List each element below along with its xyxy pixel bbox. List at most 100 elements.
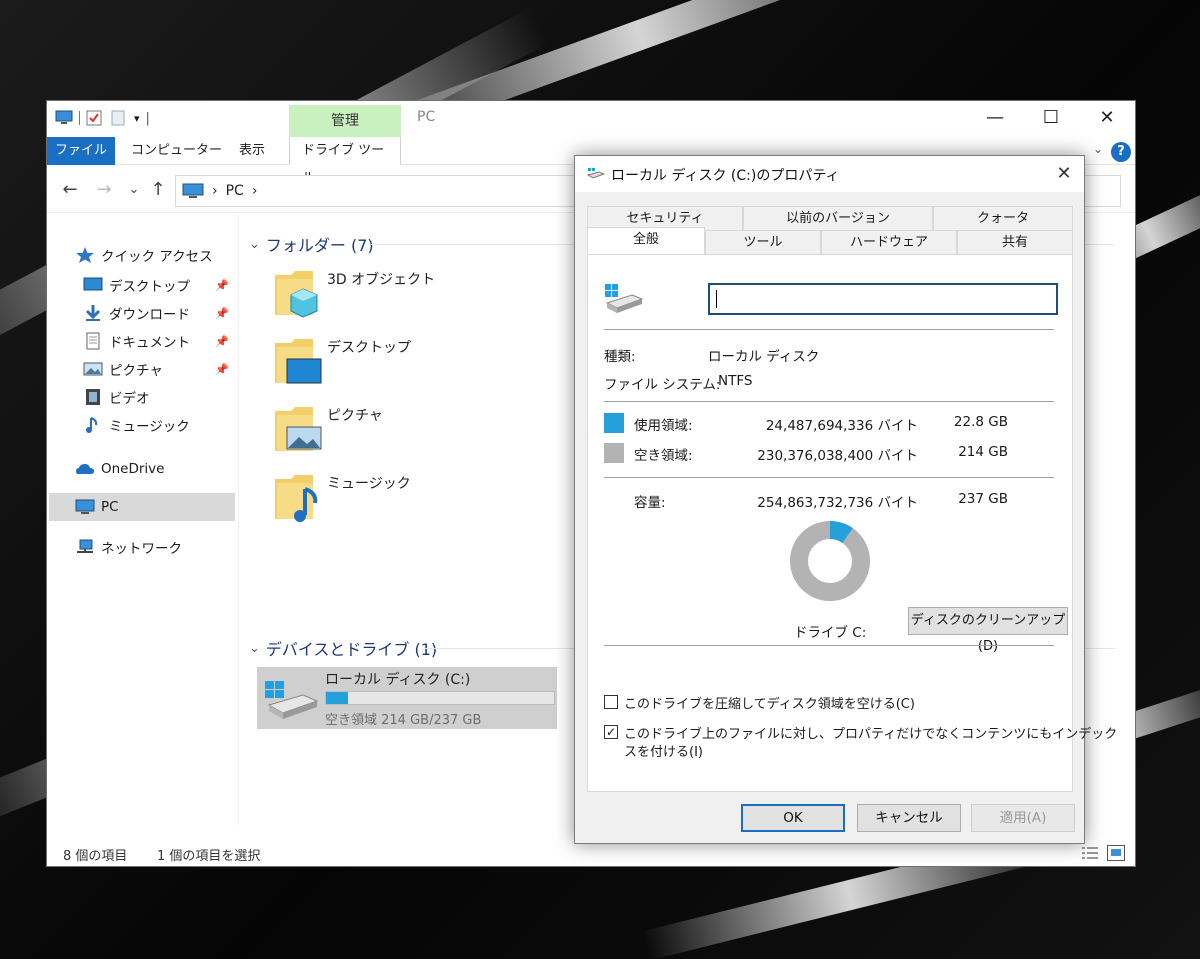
sidebar-item-onedrive[interactable]: OneDrive xyxy=(75,455,235,483)
breadcrumb-separator[interactable]: › xyxy=(212,183,218,199)
index-label-continued[interactable]: スを付ける(I) xyxy=(624,741,703,760)
devices-group-header[interactable]: ⌄ デバイスとドライブ (1) xyxy=(249,635,437,661)
pin-icon[interactable]: 📌 xyxy=(215,363,229,376)
sidebar-item-label: ミュージック xyxy=(109,419,190,435)
tab-file[interactable]: ファイル xyxy=(47,137,115,165)
sidebar-item-quick-access[interactable]: クイック アクセス xyxy=(75,241,235,269)
folder-name: デスクトップ xyxy=(327,340,411,356)
folders-group-header[interactable]: ⌄ フォルダー (7) xyxy=(249,231,374,257)
tab-view[interactable]: 表示 xyxy=(227,137,277,165)
large-icons-view-icon[interactable] xyxy=(1107,845,1125,861)
compress-checkbox[interactable] xyxy=(604,695,618,709)
video-icon xyxy=(86,389,100,405)
breadcrumb-pc[interactable]: PC xyxy=(226,183,244,199)
apply-button[interactable]: 適用(A) xyxy=(971,804,1075,832)
disk-cleanup-button[interactable]: ディスクのクリーンアップ(D) xyxy=(908,607,1068,654)
sidebar-item-desktop[interactable]: デスクトップ 📌 xyxy=(83,271,235,299)
index-label[interactable]: このドライブ上のファイルに対し、プロパティだけでなくコンテンツにもインデック xyxy=(624,723,1117,742)
3d-objects-folder-icon xyxy=(275,271,318,318)
dialog-close-button[interactable]: ✕ xyxy=(1044,156,1084,192)
drive-name-input[interactable] xyxy=(708,283,1058,315)
help-icon[interactable]: ? xyxy=(1111,142,1131,162)
folder-name: 3D オブジェクト xyxy=(327,272,436,288)
divider xyxy=(604,401,1054,402)
tab-tools[interactable]: ツール xyxy=(705,230,821,254)
sidebar-item-label: ネットワーク xyxy=(101,541,182,557)
expand-ribbon-icon[interactable]: ⌄ xyxy=(1093,142,1103,156)
new-folder-icon[interactable] xyxy=(110,110,128,126)
used-space-bytes: 24,487,694,336 バイト xyxy=(765,418,918,434)
filesystem-label: ファイル システム: xyxy=(604,377,721,393)
back-icon[interactable]: ← xyxy=(59,179,81,201)
tabs-row-front: 全般 ツール ハードウェア 共有 xyxy=(587,227,1073,254)
sidebar-item-videos[interactable]: ビデオ xyxy=(83,383,235,411)
tab-hardware[interactable]: ハードウェア xyxy=(821,230,957,254)
dialog-title-bar: ローカル ディスク (C:)のプロパティ ✕ xyxy=(575,156,1084,192)
up-icon[interactable]: ↑ xyxy=(147,179,169,201)
window-title: PC xyxy=(417,109,436,125)
minimize-button[interactable]: — xyxy=(967,101,1023,135)
drive-usage-fill xyxy=(326,692,349,704)
capacity-label: 容量: xyxy=(634,495,666,511)
details-view-icon[interactable] xyxy=(1081,845,1099,861)
sidebar-item-pc[interactable]: PC xyxy=(49,493,235,521)
maximize-button[interactable]: ☐ xyxy=(1023,101,1079,135)
pictures-folder-icon xyxy=(275,407,322,451)
tab-computer[interactable]: コンピューター xyxy=(119,137,234,165)
tab-previous-versions[interactable]: 以前のバージョン xyxy=(743,206,933,230)
drive-item-c[interactable]: ローカル ディスク (C:) 空き領域 214 GB/237 GB xyxy=(257,667,557,729)
recent-locations-icon[interactable]: ⌄ xyxy=(123,179,145,201)
folder-item[interactable]: ピクチャ xyxy=(273,401,533,461)
pin-icon[interactable]: 📌 xyxy=(215,335,229,348)
forward-icon[interactable]: → xyxy=(93,179,115,201)
tab-sharing[interactable]: 共有 xyxy=(957,230,1073,254)
computer-icon[interactable] xyxy=(55,110,73,126)
download-icon xyxy=(85,305,101,321)
tab-manage[interactable]: 管理 xyxy=(289,105,401,137)
close-button[interactable]: ✕ xyxy=(1079,101,1135,135)
customize-qat-icon[interactable]: ▾ xyxy=(134,112,140,125)
desktop-icon xyxy=(83,277,103,291)
title-bar: ▾ | 管理 PC — ☐ ✕ xyxy=(47,101,1135,137)
ok-button[interactable]: OK xyxy=(741,804,845,832)
cancel-button[interactable]: キャンセル xyxy=(857,804,961,832)
used-space-label: 使用領域: xyxy=(634,418,693,434)
drive-free-space: 空き領域 214 GB/237 GB xyxy=(325,713,482,728)
sidebar-item-label: ダウンロード xyxy=(109,307,190,323)
general-tab-panel: 種類: ローカル ディスク ファイル システム: NTFS 使用領域: 24,4… xyxy=(587,254,1117,792)
sidebar-item-network[interactable]: ネットワーク xyxy=(75,533,235,561)
chevron-down-icon[interactable]: ⌄ xyxy=(249,237,260,252)
sidebar-item-music[interactable]: ミュージック xyxy=(83,411,235,439)
tab-quota[interactable]: クォータ xyxy=(933,206,1073,230)
used-space-gb: 22.8 GB xyxy=(953,414,1008,430)
pin-icon[interactable]: 📌 xyxy=(215,307,229,320)
network-icon xyxy=(77,539,93,553)
drive-properties-dialog: ローカル ディスク (C:)のプロパティ ✕ セキュリティ 以前のバージョン ク… xyxy=(574,155,1117,844)
navigation-pane: クイック アクセス デスクトップ 📌 ダウンロード 📌 ドキュメント 📌 ピクチ… xyxy=(47,215,239,825)
capacity-bytes: 254,863,732,736 バイト xyxy=(757,495,918,511)
chevron-down-icon[interactable]: ⌄ xyxy=(249,641,260,656)
pin-icon[interactable]: 📌 xyxy=(215,279,229,292)
sidebar-item-label: ビデオ xyxy=(109,391,150,407)
breadcrumb-separator[interactable]: › xyxy=(252,183,258,199)
tab-general[interactable]: 全般 xyxy=(587,227,705,254)
properties-icon[interactable] xyxy=(86,110,104,126)
sidebar-item-label: PC xyxy=(101,499,119,515)
drive-name: ローカル ディスク (C:) xyxy=(325,672,471,688)
compress-label[interactable]: このドライブを圧縮してディスク領域を空ける(C) xyxy=(624,693,915,712)
index-checkbox[interactable]: ✓ xyxy=(604,725,618,739)
group-title: デバイスとドライブ (1) xyxy=(265,640,438,659)
music-icon xyxy=(86,417,98,433)
computer-icon xyxy=(182,183,204,198)
folder-item[interactable]: ミュージック xyxy=(273,469,533,529)
sidebar-item-pictures[interactable]: ピクチャ 📌 xyxy=(83,355,235,383)
folder-item[interactable]: 3D オブジェクト xyxy=(273,265,533,325)
free-space-ring xyxy=(790,521,870,601)
drive-letter-label: ドライブ C: xyxy=(794,625,867,641)
sidebar-item-documents[interactable]: ドキュメント 📌 xyxy=(83,327,235,355)
tab-drive-tools[interactable]: ドライブ ツール xyxy=(289,137,401,186)
folder-item[interactable]: デスクトップ xyxy=(273,333,533,393)
text-caret xyxy=(716,290,717,308)
cloud-icon xyxy=(76,464,94,474)
sidebar-item-downloads[interactable]: ダウンロード 📌 xyxy=(83,299,235,327)
